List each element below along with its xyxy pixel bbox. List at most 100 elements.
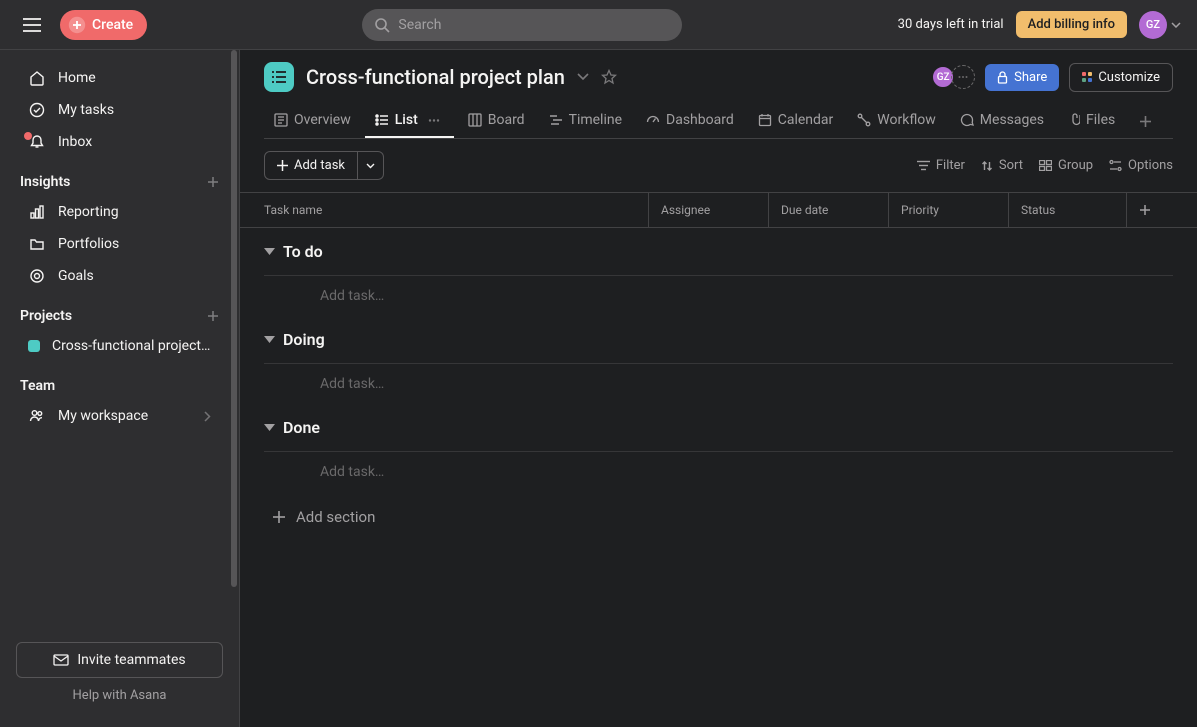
share-button[interactable]: Share bbox=[985, 64, 1059, 91]
project-name: Cross-functional project … bbox=[52, 338, 211, 354]
create-button[interactable]: Create bbox=[60, 10, 147, 40]
dashboard-icon bbox=[646, 113, 660, 127]
nav-portfolios[interactable]: Portfolios bbox=[8, 228, 231, 260]
nav-workspace[interactable]: My workspace bbox=[8, 400, 231, 432]
project-dropdown-button[interactable] bbox=[577, 73, 589, 81]
col-task-name[interactable]: Task name bbox=[240, 193, 649, 227]
plus-icon bbox=[277, 160, 288, 171]
topbar: Create 30 days left in trial Add billing… bbox=[0, 0, 1197, 50]
projects-add-button[interactable] bbox=[207, 310, 219, 322]
dots-icon bbox=[428, 119, 440, 122]
lock-icon bbox=[997, 71, 1008, 84]
tab-workflow[interactable]: Workflow bbox=[847, 104, 946, 138]
sidebar-scrollbar[interactable] bbox=[231, 50, 237, 727]
home-icon bbox=[29, 70, 45, 86]
collapse-todo-button[interactable] bbox=[264, 248, 275, 256]
options-icon bbox=[1109, 159, 1122, 172]
add-task-dropdown[interactable] bbox=[358, 151, 384, 180]
sort-button[interactable]: Sort bbox=[981, 158, 1023, 173]
sidebar-project-item[interactable]: Cross-functional project … bbox=[8, 330, 231, 362]
triangle-down-icon bbox=[264, 248, 275, 256]
star-button[interactable] bbox=[601, 69, 617, 85]
section-todo-name[interactable]: To do bbox=[283, 242, 323, 261]
tab-list[interactable]: List bbox=[365, 104, 454, 138]
add-task-doing[interactable]: Add task… bbox=[264, 363, 1173, 404]
collapse-doing-button[interactable] bbox=[264, 336, 275, 344]
plus-icon bbox=[207, 176, 219, 188]
tab-list-more[interactable] bbox=[424, 115, 444, 126]
col-status[interactable]: Status bbox=[1009, 193, 1127, 227]
search-icon bbox=[374, 17, 390, 33]
list-icon bbox=[271, 70, 287, 84]
overview-icon bbox=[274, 113, 288, 127]
filter-icon bbox=[917, 160, 930, 171]
help-link[interactable]: Help with Asana bbox=[16, 688, 223, 703]
notification-dot bbox=[24, 132, 32, 140]
collapse-done-button[interactable] bbox=[264, 424, 275, 432]
chevron-right-icon bbox=[204, 411, 211, 422]
board-icon bbox=[468, 113, 482, 127]
plus-circle-icon bbox=[68, 16, 86, 34]
section-done: Done bbox=[264, 404, 1173, 451]
add-billing-button[interactable]: Add billing info bbox=[1016, 11, 1127, 38]
section-doing-name[interactable]: Doing bbox=[283, 330, 325, 349]
chevron-down-icon bbox=[366, 163, 375, 169]
invite-teammates-button[interactable]: Invite teammates bbox=[16, 642, 223, 678]
nav-inbox[interactable]: Inbox bbox=[8, 126, 231, 158]
add-column-button[interactable] bbox=[1127, 193, 1163, 227]
customize-icon bbox=[1082, 72, 1092, 82]
col-priority[interactable]: Priority bbox=[889, 193, 1009, 227]
nav-my-tasks[interactable]: My tasks bbox=[8, 94, 231, 126]
hamburger-icon bbox=[23, 18, 41, 32]
timeline-icon bbox=[549, 114, 563, 126]
customize-button[interactable]: Customize bbox=[1069, 63, 1173, 92]
nav-goals-label: Goals bbox=[58, 268, 94, 284]
search-input[interactable] bbox=[362, 9, 682, 41]
add-tab-button[interactable] bbox=[1133, 109, 1158, 134]
nav-workspace-label: My workspace bbox=[58, 408, 148, 424]
chevron-down-icon bbox=[577, 73, 589, 81]
tab-overview[interactable]: Overview bbox=[264, 104, 361, 138]
member-avatars[interactable]: GZ bbox=[935, 65, 975, 89]
project-icon[interactable] bbox=[264, 62, 294, 92]
tab-messages[interactable]: Messages bbox=[950, 104, 1054, 138]
col-assignee[interactable]: Assignee bbox=[649, 193, 769, 227]
nav-reporting[interactable]: Reporting bbox=[8, 196, 231, 228]
tab-board[interactable]: Board bbox=[458, 104, 535, 138]
add-task-done[interactable]: Add task… bbox=[264, 451, 1173, 492]
group-button[interactable]: Group bbox=[1039, 158, 1093, 173]
project-title[interactable]: Cross-functional project plan bbox=[306, 65, 565, 89]
hamburger-menu-button[interactable] bbox=[16, 9, 48, 41]
chevron-down-icon bbox=[1171, 22, 1181, 28]
add-task-button[interactable]: Add task bbox=[264, 151, 358, 180]
mail-icon bbox=[53, 654, 69, 666]
table-header: Task name Assignee Due date Priority Sta… bbox=[240, 192, 1197, 228]
trial-text: 30 days left in trial bbox=[898, 17, 1004, 32]
nav-goals[interactable]: Goals bbox=[8, 260, 231, 292]
nav-reporting-label: Reporting bbox=[58, 204, 119, 220]
insights-add-button[interactable] bbox=[207, 176, 219, 188]
tabs-row: Overview List Board Timeline Dash bbox=[264, 104, 1173, 139]
tab-files[interactable]: Files bbox=[1058, 104, 1125, 138]
tab-calendar[interactable]: Calendar bbox=[748, 104, 844, 138]
triangle-down-icon bbox=[264, 336, 275, 344]
sidebar: Home My tasks Inbox Insights Reporting P… bbox=[0, 50, 240, 727]
tab-dashboard[interactable]: Dashboard bbox=[636, 104, 744, 138]
search-wrap bbox=[362, 9, 682, 41]
nav-home-label: Home bbox=[58, 70, 96, 86]
section-done-name[interactable]: Done bbox=[283, 418, 320, 437]
add-section-button[interactable]: Add section bbox=[264, 492, 1173, 526]
tab-timeline[interactable]: Timeline bbox=[539, 104, 632, 138]
share-label: Share bbox=[1014, 70, 1047, 85]
add-task-todo[interactable]: Add task… bbox=[264, 275, 1173, 316]
section-doing: Doing bbox=[264, 316, 1173, 363]
user-menu[interactable]: GZ bbox=[1139, 11, 1181, 39]
filter-button[interactable]: Filter bbox=[917, 158, 965, 173]
col-due-date[interactable]: Due date bbox=[769, 193, 889, 227]
nav-home[interactable]: Home bbox=[8, 62, 231, 94]
workflow-icon bbox=[857, 113, 871, 127]
plus-icon bbox=[1139, 115, 1152, 128]
messages-icon bbox=[960, 113, 974, 127]
options-button[interactable]: Options bbox=[1109, 158, 1173, 173]
people-icon bbox=[29, 408, 45, 424]
